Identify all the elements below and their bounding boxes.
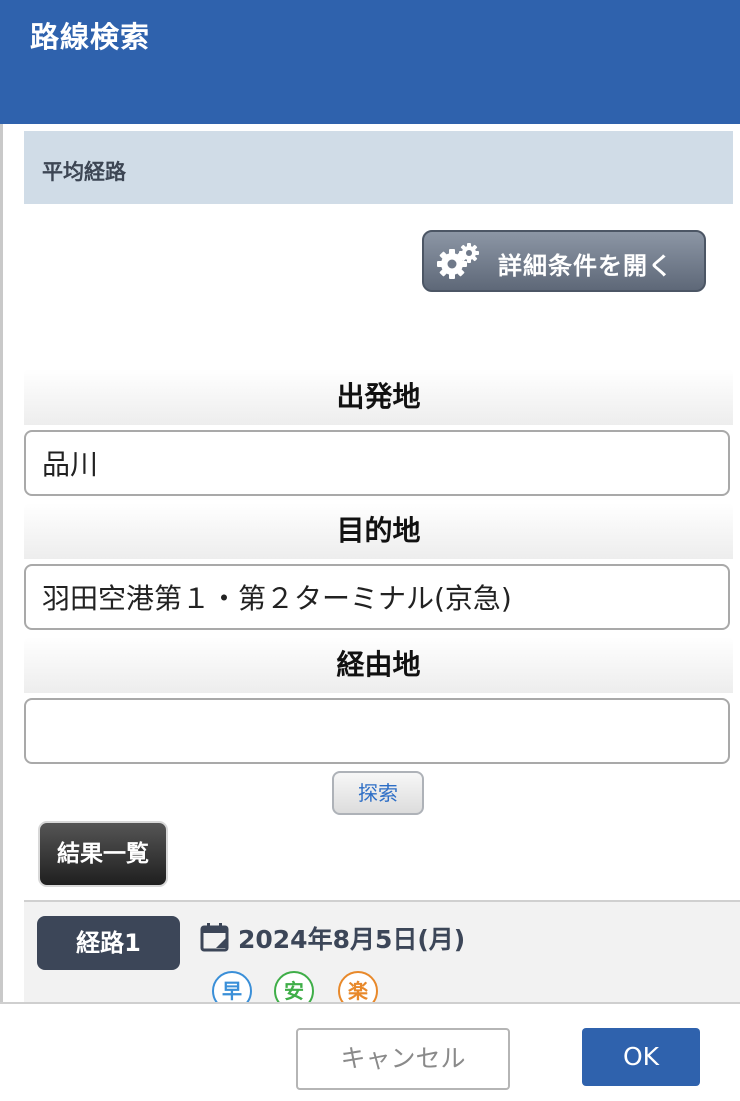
departure-label: 出発地: [24, 369, 733, 425]
fastest-mark-icon: 早: [212, 971, 252, 1002]
cancel-button[interactable]: キャンセル: [296, 1028, 510, 1090]
easiest-mark-icon: 楽: [338, 971, 378, 1002]
page-title: 路線検索: [30, 20, 151, 54]
open-detail-conditions-label: 詳細条件を開く: [498, 252, 673, 280]
results-list-tab[interactable]: 結果一覧: [38, 821, 168, 887]
route-date: 2024年8月5日(月): [238, 925, 466, 954]
open-detail-conditions-button[interactable]: 詳細条件を開く: [422, 230, 706, 292]
destination-label: 目的地: [24, 503, 733, 559]
search-button[interactable]: 探索: [332, 771, 424, 815]
section-header: 平均経路: [24, 131, 733, 204]
departure-input[interactable]: [24, 430, 730, 496]
via-input[interactable]: [24, 698, 730, 764]
via-label: 経由地: [24, 637, 733, 693]
cheapest-mark-icon: 安: [274, 971, 314, 1002]
app-header: 路線検索: [0, 0, 740, 124]
dialog-footer: キャンセル OK: [0, 1002, 740, 1101]
calendar-icon: [200, 923, 229, 952]
gear-icon: [437, 243, 479, 279]
destination-input[interactable]: [24, 564, 730, 630]
main-content[interactable]: 平均経路 詳細条件を開く 出発地 目的地 経由地 探索 結果一覧: [0, 124, 740, 1002]
route-result[interactable]: 経路1 2024年8月5日(月) 早 安 楽: [24, 900, 740, 1002]
route-badge[interactable]: 経路1: [37, 916, 180, 970]
section-title: 平均経路: [42, 160, 126, 184]
ok-button[interactable]: OK: [582, 1028, 700, 1086]
